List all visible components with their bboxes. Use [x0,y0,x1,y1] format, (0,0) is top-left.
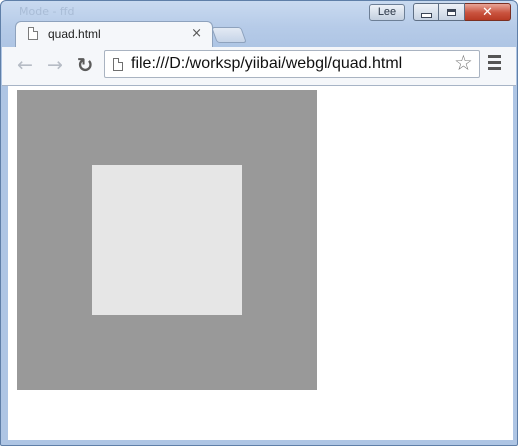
forward-button[interactable]: → [42,52,68,78]
tab-quad[interactable]: quad.html × [15,21,213,48]
tab-close-icon[interactable]: × [191,26,202,41]
page-icon [28,27,38,40]
back-arrow-icon: ← [17,54,33,76]
minimize-icon [420,12,432,18]
page-icon [113,58,123,71]
hamburger-menu-icon[interactable] [486,55,504,71]
page-viewport [8,86,513,440]
webgl-canvas[interactable] [17,90,317,390]
close-window-button[interactable]: ✕ [465,3,511,21]
profile-button[interactable]: Lee [369,4,405,21]
address-bar[interactable]: file:///D:/worksp/yiibai/webgl/quad.html [104,50,480,78]
reload-icon: ↻ [76,53,94,77]
rendered-quad [92,165,242,315]
forward-arrow-icon: → [47,54,63,76]
new-tab-button[interactable] [211,27,247,43]
browser-window: Mode - ffd Lee ✕ quad.html × ← → ↻ file:… [0,0,518,446]
window-controls: ✕ [413,3,513,21]
minimize-button[interactable] [413,3,439,21]
url-text[interactable]: file:///D:/worksp/yiibai/webgl/quad.html [131,55,402,73]
close-icon: ✕ [482,4,493,20]
window-title: Mode - ffd [19,5,75,18]
bookmark-star-icon[interactable]: ☆ [454,51,473,75]
maximize-button[interactable] [439,3,465,21]
browser-toolbar: ← → ↻ file:///D:/worksp/yiibai/webgl/qua… [2,47,516,86]
maximize-icon [447,8,456,16]
tab-title: quad.html [48,27,101,41]
back-button[interactable]: ← [12,52,38,78]
reload-button[interactable]: ↻ [72,52,98,78]
